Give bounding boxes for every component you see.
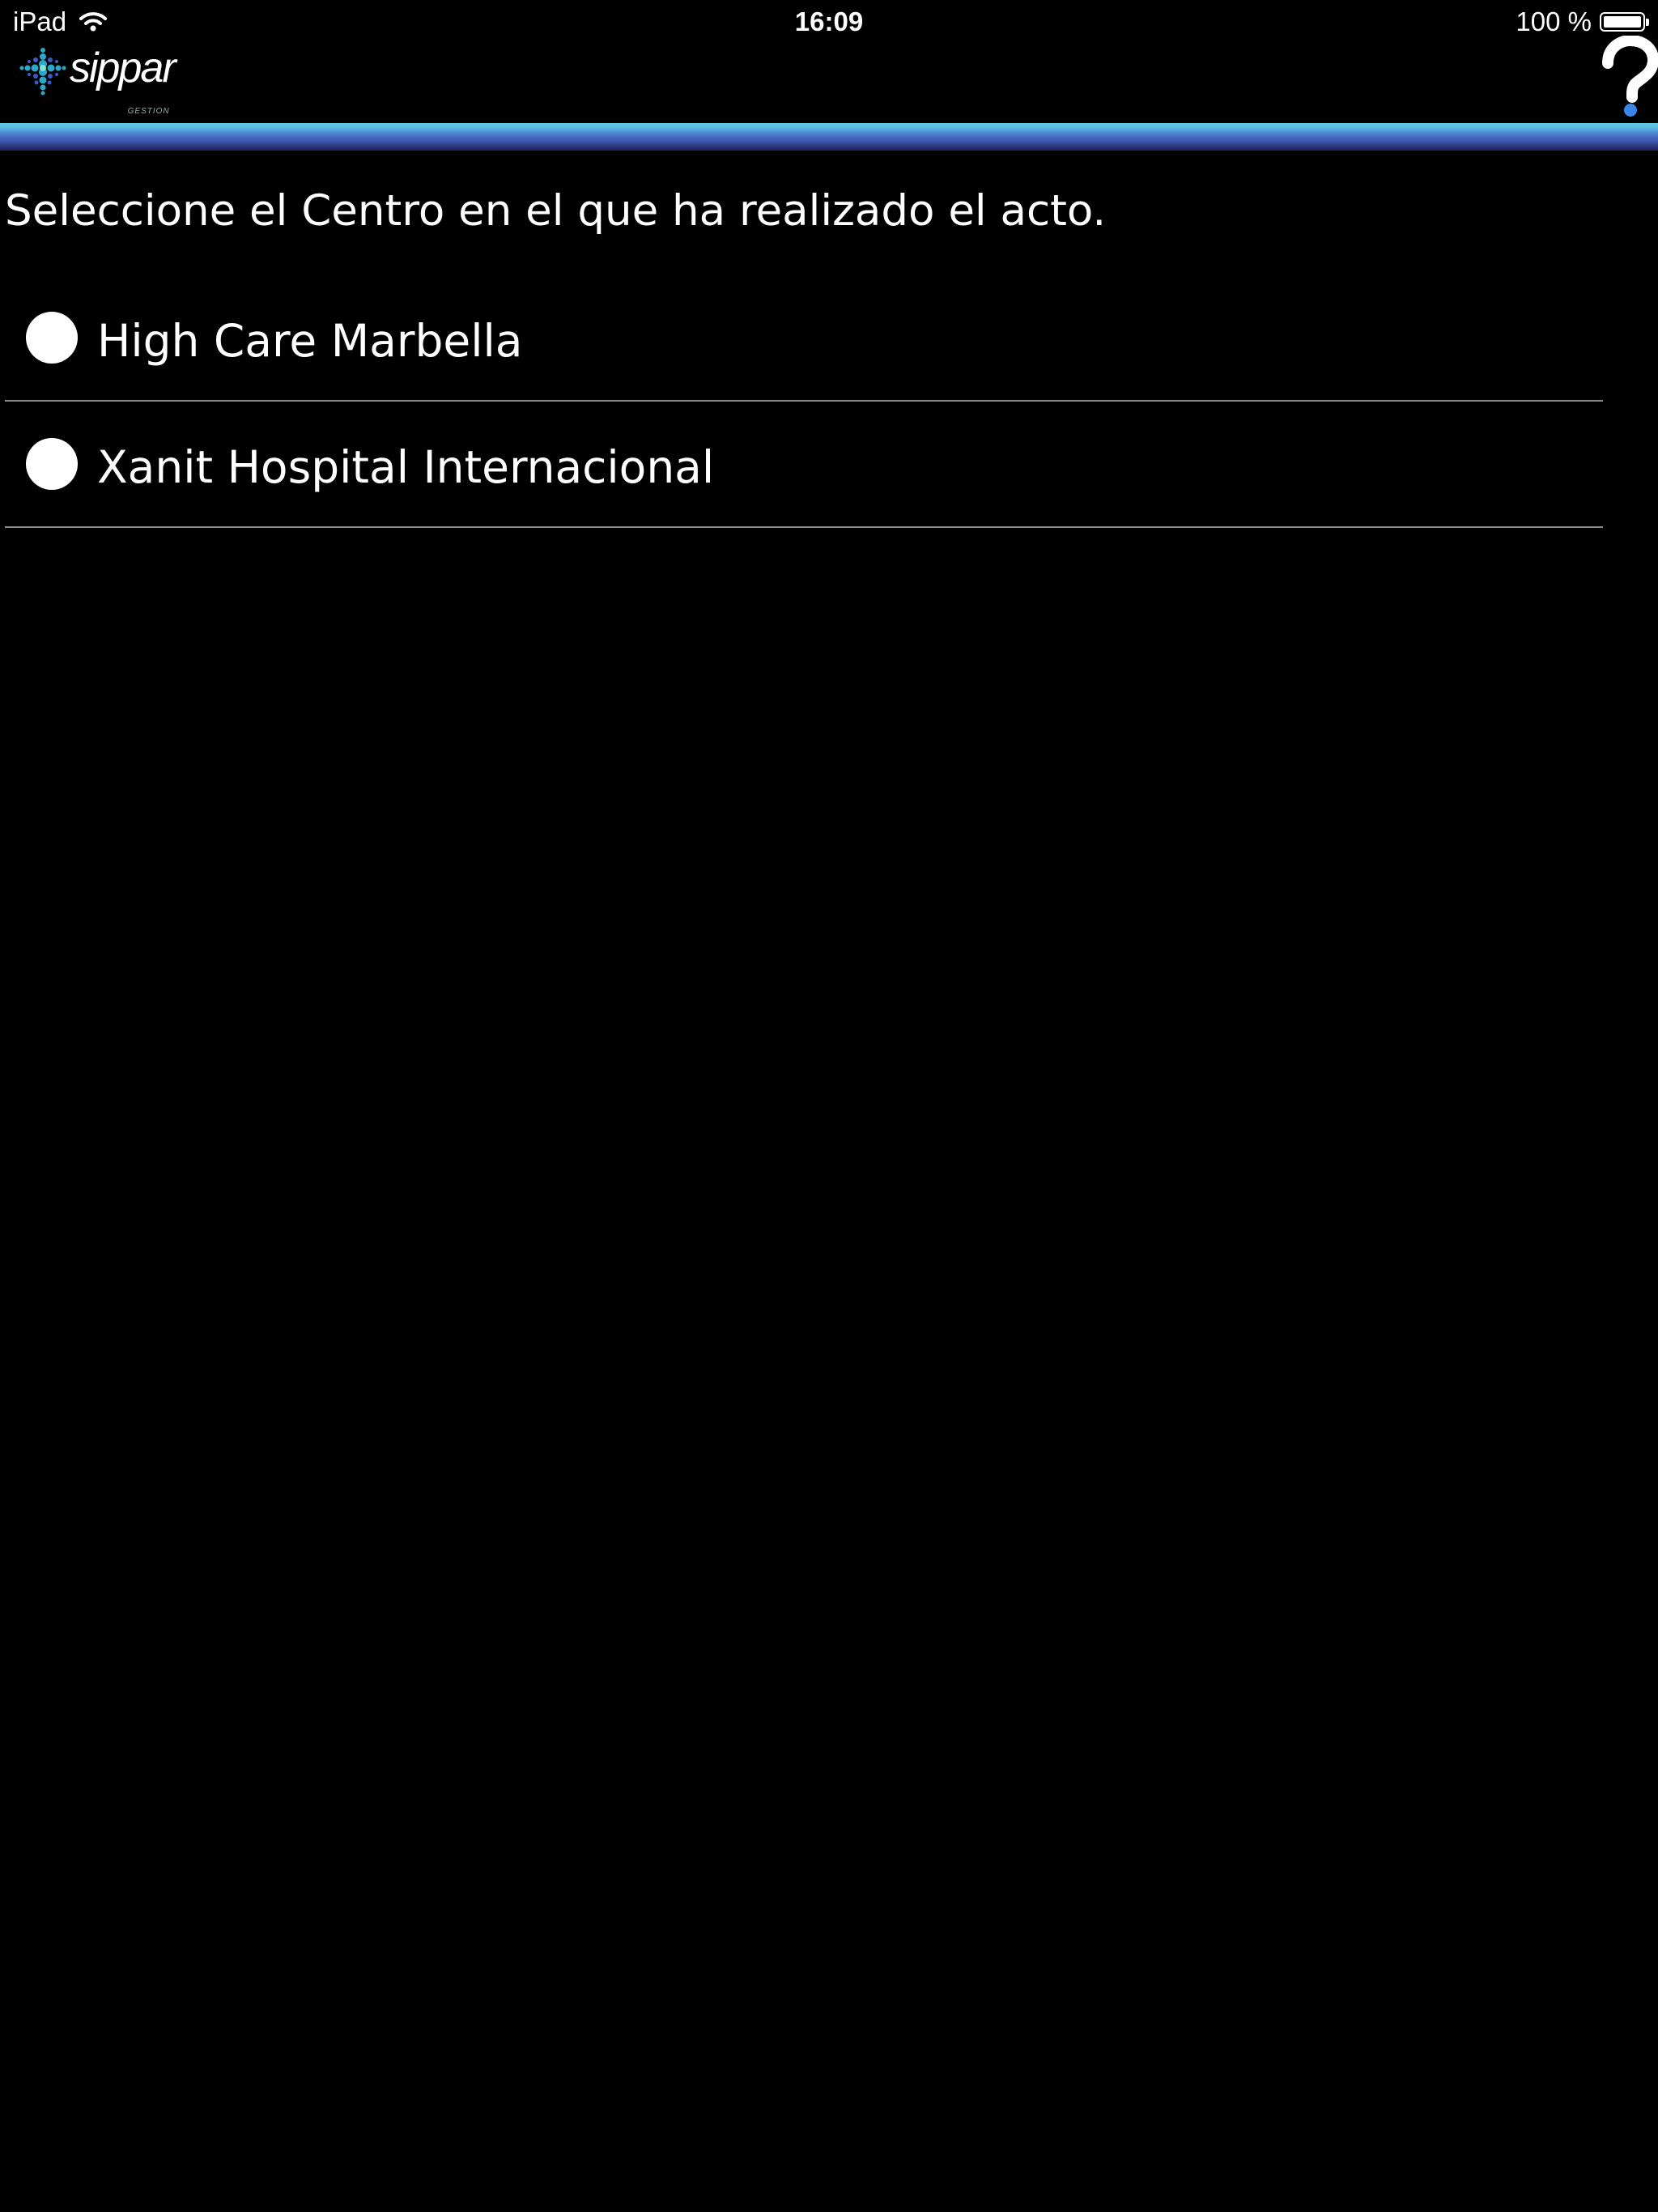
battery-fill (1604, 16, 1641, 28)
logo-cross-icon (19, 48, 66, 96)
status-time: 16:09 (794, 6, 864, 36)
page-prompt: Seleccione el Centro en el que ha realiz… (5, 186, 1107, 236)
option-label: High Care Marbella (97, 315, 523, 367)
header-accent-bar (0, 123, 1658, 151)
app-header: sippar GESTION (0, 34, 1658, 123)
radio-button[interactable] (26, 312, 78, 364)
app-logo: sippar GESTION (19, 44, 176, 116)
battery-percent: 100 % (1516, 6, 1592, 36)
center-options-list: High Care Marbella Xanit Hospital Intern… (5, 275, 1603, 528)
option-xanit-hospital-internacional[interactable]: Xanit Hospital Internacional (5, 402, 1603, 528)
logo-wordmark: sippar (70, 45, 176, 91)
status-bar-right: 100 % (1516, 6, 1649, 37)
option-high-care-marbella[interactable]: High Care Marbella (5, 275, 1603, 402)
status-bar: iPad 16:09 100 % (0, 0, 1658, 42)
help-button[interactable] (1593, 34, 1658, 117)
logo-text: sippar GESTION (70, 44, 176, 116)
option-label: Xanit Hospital Internacional (97, 441, 715, 493)
battery-icon (1600, 12, 1649, 32)
question-mark-icon (1602, 34, 1658, 117)
radio-button[interactable] (26, 438, 78, 490)
